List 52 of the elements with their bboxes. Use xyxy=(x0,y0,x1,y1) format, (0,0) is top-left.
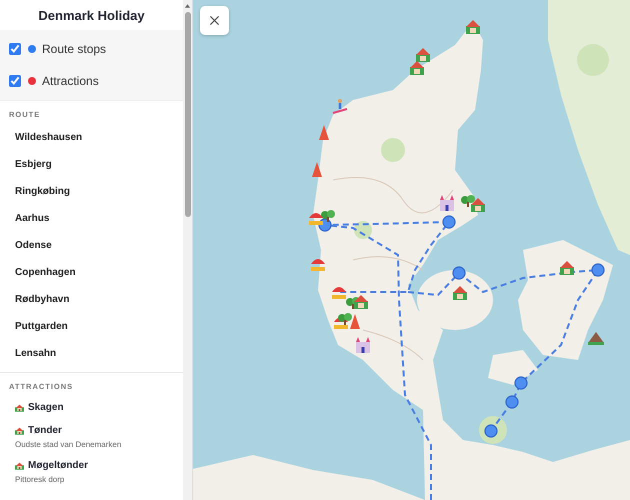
layer-label: Attractions xyxy=(42,74,99,88)
tower-icon[interactable] xyxy=(319,125,329,140)
route-stop-marker[interactable] xyxy=(505,395,519,409)
attraction-description: Oudste stad van Denemarken xyxy=(15,440,122,449)
close-button[interactable] xyxy=(200,6,229,35)
tree-icon[interactable] xyxy=(461,195,475,207)
route-stop-item[interactable]: Lensahn xyxy=(0,340,183,367)
tree-icon[interactable] xyxy=(321,210,335,222)
attraction-name[interactable]: Skagen xyxy=(28,402,64,413)
route-stop-item[interactable]: Puttgarden xyxy=(0,313,183,340)
layer-label: Route stops xyxy=(42,42,106,56)
mountain-icon[interactable] xyxy=(588,332,604,345)
house-icon[interactable] xyxy=(416,48,430,62)
house-icon[interactable] xyxy=(453,286,467,300)
route-stop-item[interactable]: Wildeshausen xyxy=(0,124,183,151)
castle-icon[interactable] xyxy=(440,195,454,211)
close-icon xyxy=(209,15,220,26)
route-stop-item[interactable]: Odense xyxy=(0,232,183,259)
layer-checkbox[interactable] xyxy=(9,43,21,55)
tower-icon[interactable] xyxy=(312,162,322,177)
attraction-name[interactable]: Tønder xyxy=(28,425,62,436)
house-icon xyxy=(15,462,24,470)
castle-icon[interactable] xyxy=(356,337,370,353)
attraction-description: Pittoresk dorp xyxy=(15,475,66,484)
beach-umbrella-icon[interactable] xyxy=(311,259,325,271)
surfer-icon[interactable] xyxy=(332,99,348,114)
house-icon[interactable] xyxy=(354,295,368,309)
house-icon xyxy=(15,426,24,434)
route-stop-item[interactable]: Rødbyhavn xyxy=(0,286,183,313)
house-icon[interactable] xyxy=(560,261,574,275)
beach-umbrella-icon[interactable] xyxy=(309,213,323,225)
attraction-name[interactable]: Møgeltønder xyxy=(28,460,88,471)
app-title: Denmark Holiday xyxy=(37,7,146,25)
tree-icon[interactable] xyxy=(338,313,352,325)
beach-umbrella-icon[interactable] xyxy=(332,287,346,299)
route-stop-marker[interactable] xyxy=(591,263,605,277)
route-stop-marker[interactable] xyxy=(514,376,528,390)
house-icon xyxy=(15,404,24,412)
layer-checkbox[interactable] xyxy=(9,75,21,87)
route-stop-item[interactable]: Esbjerg xyxy=(0,151,183,178)
house-icon[interactable] xyxy=(471,198,485,212)
route-stop-item[interactable]: Aarhus xyxy=(0,205,183,232)
route-stop-item[interactable]: Copenhagen xyxy=(0,259,183,286)
route-stop-marker[interactable] xyxy=(484,424,498,438)
route-stop-marker[interactable] xyxy=(442,215,456,229)
route-stop-marker[interactable] xyxy=(452,266,466,280)
scroll-up-arrow-icon[interactable] xyxy=(184,3,191,9)
house-icon[interactable] xyxy=(410,61,424,75)
route-stop-item[interactable]: Ringkøbing xyxy=(0,178,183,205)
house-icon[interactable] xyxy=(466,20,480,34)
scrollbar-thumb[interactable] xyxy=(184,12,190,217)
tower-icon[interactable] xyxy=(350,314,360,329)
